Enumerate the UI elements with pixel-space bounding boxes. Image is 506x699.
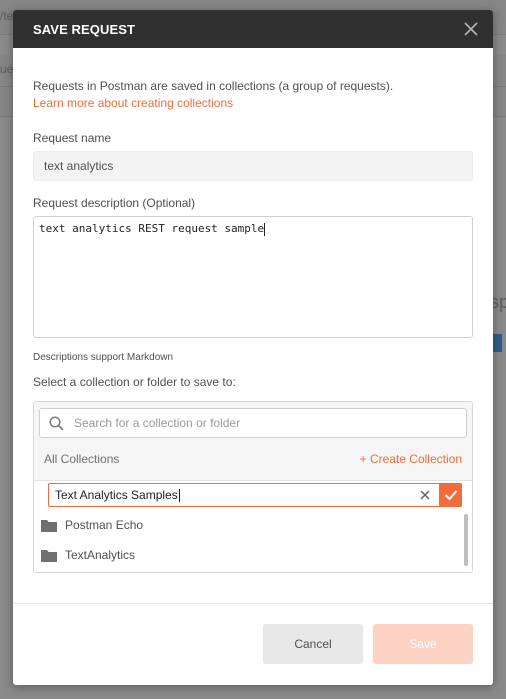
learn-more-link[interactable]: Learn more about creating collections <box>33 96 473 110</box>
collection-list-scrollbar[interactable] <box>464 514 468 566</box>
confirm-collection-button[interactable] <box>440 483 462 507</box>
folder-icon <box>41 549 57 562</box>
save-request-modal: SAVE REQUEST Requests in Postman are sav… <box>13 10 493 685</box>
create-collection-button[interactable]: + Create Collection <box>360 452 462 466</box>
collection-picker-header: Search for a collection or folder All Co… <box>34 402 472 481</box>
collection-item-textanalytics[interactable]: TextAnalytics <box>41 540 135 570</box>
save-button[interactable]: Save <box>373 624 473 664</box>
new-collection-input[interactable]: Text Analytics Samples <box>48 483 440 507</box>
collection-search-input[interactable]: Search for a collection or folder <box>39 408 467 438</box>
all-collections-breadcrumb[interactable]: All Collections <box>44 452 119 466</box>
text-caret <box>178 488 180 502</box>
clear-icon[interactable] <box>419 489 431 501</box>
request-name-input[interactable]: text analytics <box>33 151 473 181</box>
text-caret <box>264 222 266 236</box>
modal-footer: Cancel Save <box>13 603 493 685</box>
description-label: Request description (Optional) <box>33 196 196 210</box>
new-collection-value: Text Analytics Samples <box>55 488 178 502</box>
new-collection-row: Text Analytics Samples <box>48 483 462 507</box>
close-button[interactable] <box>461 19 481 39</box>
search-placeholder: Search for a collection or folder <box>74 416 241 430</box>
check-icon <box>444 490 458 501</box>
collection-item-postman-echo[interactable]: Postman Echo <box>41 510 143 540</box>
search-icon <box>49 415 64 430</box>
background-button <box>492 334 502 352</box>
background-text: ue <box>0 62 14 76</box>
markdown-note: Descriptions support Markdown <box>33 352 174 363</box>
description-text: text analytics REST request sample <box>39 222 265 235</box>
folder-icon <box>41 519 57 532</box>
request-name-label: Request name <box>33 131 112 145</box>
collection-item-label: TextAnalytics <box>65 548 136 562</box>
collection-item-label: Postman Echo <box>65 518 144 532</box>
modal-header: SAVE REQUEST <box>13 10 493 48</box>
cancel-button[interactable]: Cancel <box>263 624 363 664</box>
description-textarea[interactable]: text analytics REST request sample <box>33 216 473 338</box>
select-collection-label: Select a collection or folder to save to… <box>33 375 236 389</box>
info-text: Requests in Postman are saved in collect… <box>33 79 394 93</box>
close-icon <box>464 22 478 36</box>
modal-title: SAVE REQUEST <box>33 21 136 37</box>
collection-picker: Search for a collection or folder All Co… <box>33 401 473 573</box>
background-text: /te <box>0 9 14 23</box>
